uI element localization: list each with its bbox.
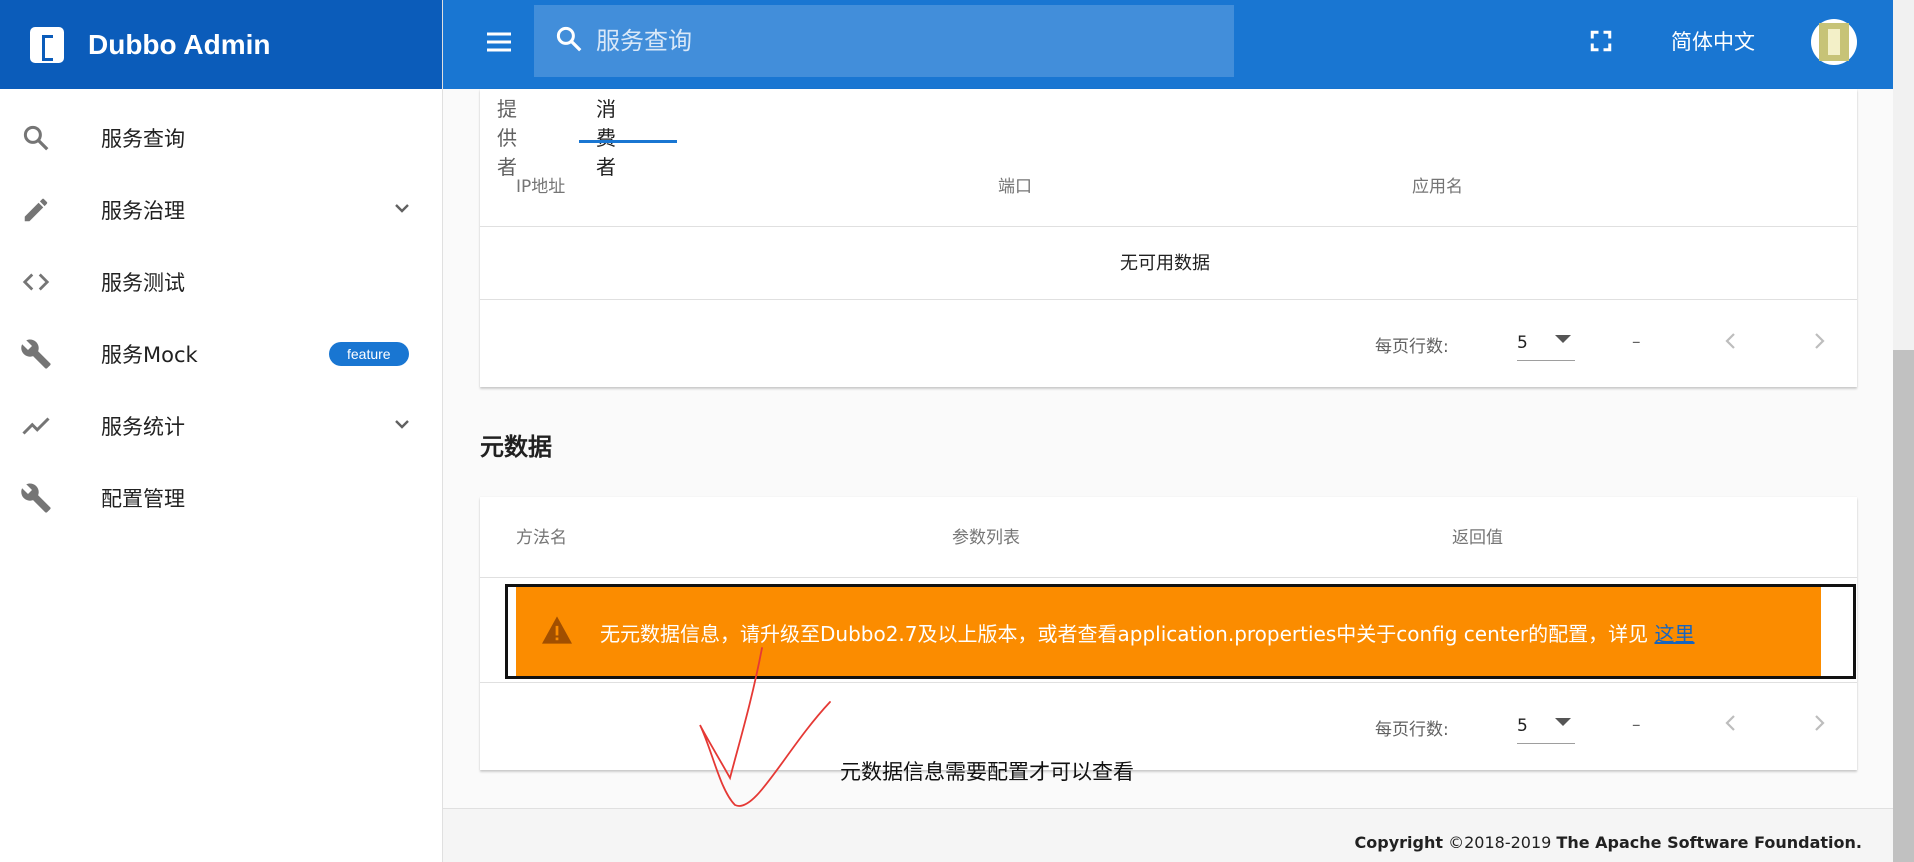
divider <box>480 299 1857 300</box>
rows-per-page-value: 5 <box>1517 716 1528 736</box>
sidebar-item-service-mock[interactable]: 服务Mock feature <box>0 318 442 390</box>
sidebar-item-service-test[interactable]: 服务测试 <box>0 246 442 318</box>
feature-badge: feature <box>329 342 409 366</box>
search-icon <box>554 24 584 58</box>
consumer-card: 提供者 消费者 IP地址 端口 应用名 无可用数据 每页行数: 5 – <box>480 89 1857 387</box>
chevron-down-icon[interactable] <box>390 412 414 440</box>
chevron-left-icon[interactable] <box>1719 711 1743 735</box>
copyright-label: Copyright <box>1354 833 1444 852</box>
avatar[interactable] <box>1811 19 1857 65</box>
column-header-params[interactable]: 参数列表 <box>952 523 1020 548</box>
chart-line-icon <box>19 410 53 442</box>
avatar-image <box>1819 23 1849 61</box>
column-header-app[interactable]: 应用名 <box>1412 172 1463 197</box>
tab-provider[interactable]: 提供者 <box>497 93 517 180</box>
rows-per-page-select[interactable]: 5 <box>1517 327 1575 361</box>
divider <box>480 226 1857 227</box>
rows-per-page-select[interactable]: 5 <box>1517 710 1575 744</box>
wrench-icon <box>19 482 53 514</box>
chevron-down-icon[interactable] <box>390 196 414 224</box>
divider <box>480 682 1857 683</box>
pagination-range: – <box>1632 332 1641 352</box>
sidebar-header: Dubbo Admin <box>0 0 442 89</box>
sidebar-item-label: 服务查询 <box>101 127 185 151</box>
warning-icon <box>540 615 574 649</box>
chevron-right-icon[interactable] <box>1807 329 1831 353</box>
search-icon <box>19 122 53 154</box>
scrollbar-thumb[interactable] <box>1893 350 1914 862</box>
rows-per-page-label: 每页行数: <box>1375 720 1449 740</box>
copyright-org: The Apache Software Foundation. <box>1556 833 1862 852</box>
sidebar-item-config-management[interactable]: 配置管理 <box>0 462 442 534</box>
hamburger-menu-icon[interactable] <box>483 26 515 58</box>
search-input[interactable] <box>596 27 1196 55</box>
metadata-title: 元数据 <box>480 433 552 461</box>
dubbo-logo-icon <box>30 26 64 63</box>
footer-copyright: Copyright ©2018-2019 The Apache Software… <box>1355 833 1862 852</box>
sidebar-item-label: 配置管理 <box>101 487 185 511</box>
empty-state-text: 无可用数据 <box>1120 253 1210 274</box>
sidebar-item-label: 服务Mock <box>101 343 198 367</box>
sidebar-item-service-statistics[interactable]: 服务统计 <box>0 390 442 462</box>
tab-consumer[interactable]: 消费者 <box>596 93 616 180</box>
wrench-icon <box>19 338 53 370</box>
nav: 服务查询 服务治理 服务测试 服务Mock feature 服务统计 配置管理 <box>0 89 442 534</box>
column-header-method[interactable]: 方法名 <box>516 523 567 548</box>
fullscreen-icon[interactable] <box>1586 26 1618 58</box>
sidebar-item-label: 服务统计 <box>101 415 185 439</box>
caret-down-icon <box>1555 718 1571 726</box>
annotation-arrow-icon <box>699 647 831 807</box>
sidebar-item-label: 服务测试 <box>101 271 185 295</box>
sidebar: Dubbo Admin 服务查询 服务治理 服务测试 服务Mock featur… <box>0 0 443 862</box>
app-title: Dubbo Admin <box>88 28 271 60</box>
pagination-range: – <box>1632 715 1641 735</box>
alert-link-here[interactable]: 这里 <box>1655 622 1695 646</box>
rows-per-page-label: 每页行数: <box>1375 337 1449 357</box>
divider <box>480 577 1857 578</box>
annotation-text: 元数据信息需要配置才可以查看 <box>840 760 1134 784</box>
sidebar-item-label: 服务治理 <box>101 199 185 223</box>
search-box[interactable] <box>534 5 1234 77</box>
rows-per-page-value: 5 <box>1517 333 1528 353</box>
column-header-ip[interactable]: IP地址 <box>516 172 565 197</box>
sidebar-item-service-governance[interactable]: 服务治理 <box>0 174 442 246</box>
footer: Copyright ©2018-2019 The Apache Software… <box>443 808 1893 862</box>
code-icon <box>19 266 53 298</box>
pencil-icon <box>19 194 53 226</box>
topbar: 简体中文 <box>443 0 1893 89</box>
main-content: 提供者 消费者 IP地址 端口 应用名 无可用数据 每页行数: 5 – 元数据 … <box>443 89 1893 862</box>
tab-active-indicator <box>579 140 677 143</box>
chevron-left-icon[interactable] <box>1719 329 1743 353</box>
copyright-years: ©2018-2019 <box>1448 833 1552 852</box>
language-selector[interactable]: 简体中文 <box>1671 26 1755 56</box>
column-header-port[interactable]: 端口 <box>998 172 1032 197</box>
column-header-return[interactable]: 返回值 <box>1452 523 1503 548</box>
chevron-right-icon[interactable] <box>1807 711 1831 735</box>
sidebar-item-service-search[interactable]: 服务查询 <box>0 102 442 174</box>
caret-down-icon <box>1555 335 1571 343</box>
